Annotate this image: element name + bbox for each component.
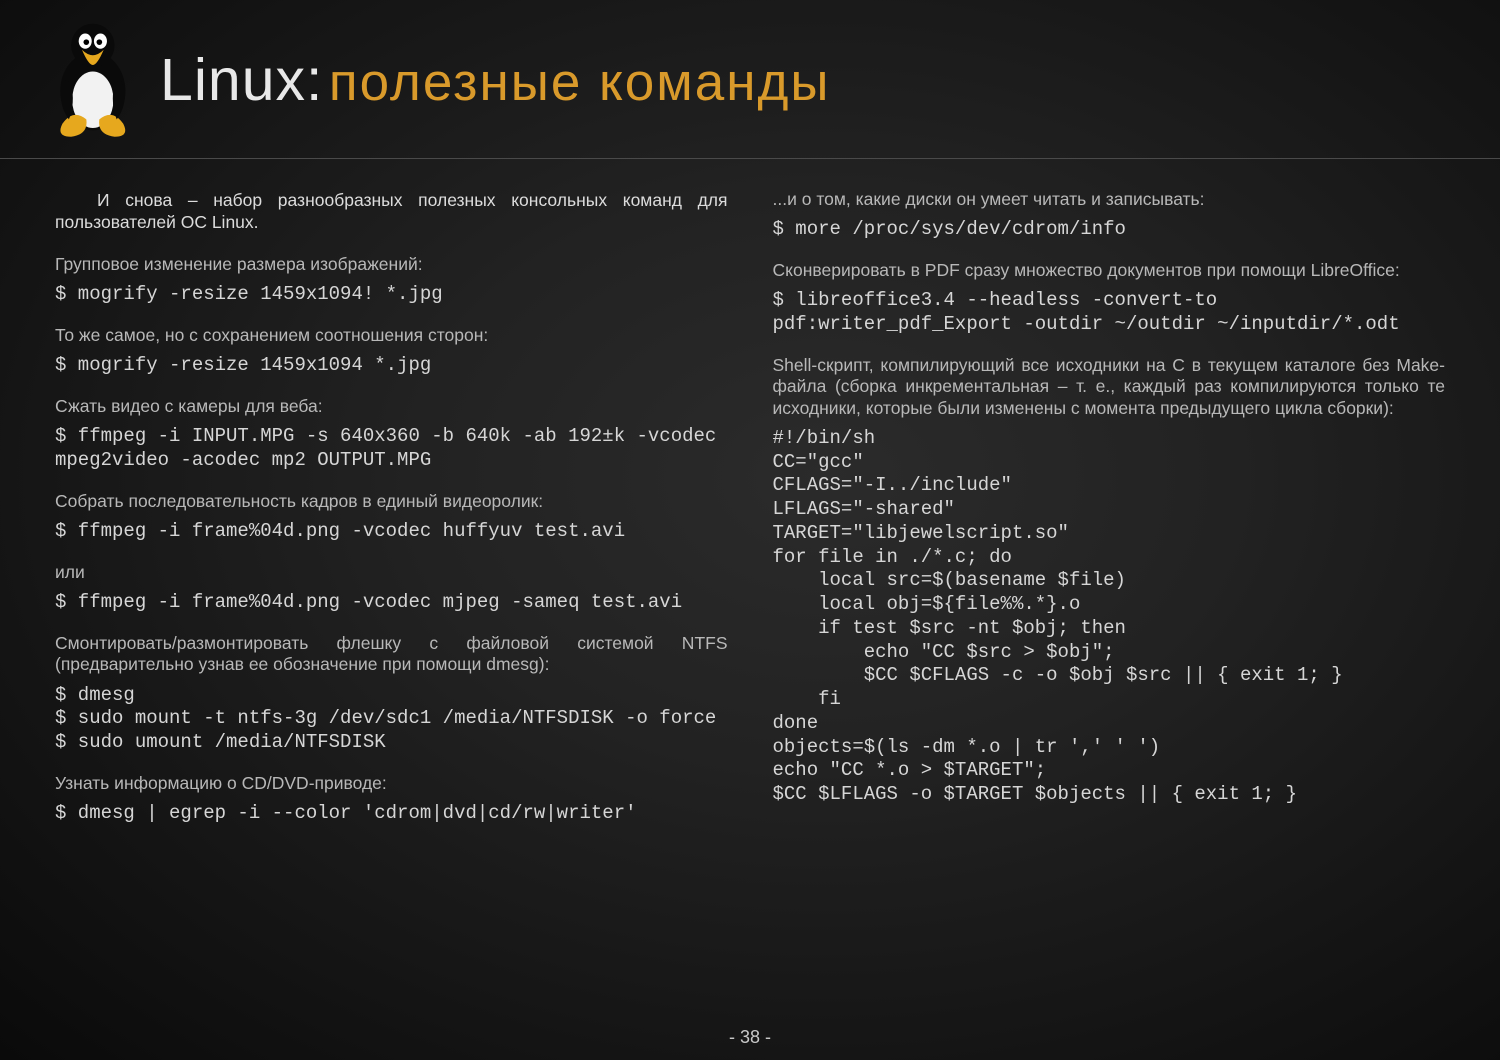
desc-cdrom-info: ...и о том, какие диски он умеет читать …: [773, 189, 1446, 210]
tux-icon: [40, 15, 150, 140]
page-number: - 38 -: [0, 1027, 1500, 1048]
title-prefix: Linux:: [160, 47, 323, 113]
cmd-shell-script: #!/bin/sh CC="gcc" CFLAGS="-I../include"…: [773, 427, 1446, 807]
cmd-dmesg-cdrom: $ dmesg | egrep -i --color 'cdrom|dvd|cd…: [55, 802, 728, 826]
cmd-libreoffice: $ libreoffice3.4 --headless -convert-to …: [773, 289, 1446, 337]
desc-ffmpeg-compress: Сжать видео с камеры для веба:: [55, 396, 728, 417]
desc-or: или: [55, 562, 728, 583]
desc-libreoffice: Сконверировать в PDF сразу множество док…: [773, 260, 1446, 281]
cmd-ffmpeg-huffyuv: $ ffmpeg -i frame%04d.png -vcodec huffyu…: [55, 520, 728, 544]
cmd-mogrify-exact: $ mogrify -resize 1459x1094! *.jpg: [55, 283, 728, 307]
desc-mount: Смонтировать/размонтировать флешку с фай…: [55, 633, 728, 676]
page-title: Linux: полезные команды: [160, 46, 830, 114]
desc-ffmpeg-frames: Собрать последовательность кадров в един…: [55, 491, 728, 512]
cmd-mogrify-aspect: $ mogrify -resize 1459x1094 *.jpg: [55, 354, 728, 378]
desc-shell-script: Shell-скрипт, компилирующий все исходник…: [773, 355, 1446, 419]
desc-resize: Групповое изменение размера изображений:: [55, 254, 728, 275]
header: Linux: полезные команды: [0, 0, 1500, 159]
desc-cdinfo: Узнать информацию о CD/DVD-приводе:: [55, 773, 728, 794]
cmd-ffmpeg-compress: $ ffmpeg -i INPUT.MPG -s 640x360 -b 640k…: [55, 425, 728, 473]
intro-text: И снова – набор разнообразных полезных к…: [55, 189, 728, 234]
cmd-ffmpeg-mjpeg: $ ffmpeg -i frame%04d.png -vcodec mjpeg …: [55, 591, 728, 615]
content-columns: И снова – набор разнообразных полезных к…: [0, 159, 1500, 832]
left-column: И снова – набор разнообразных полезных к…: [55, 189, 728, 832]
right-column: ...и о том, какие диски он умеет читать …: [773, 189, 1446, 832]
cmd-mount: $ dmesg $ sudo mount -t ntfs-3g /dev/sdc…: [55, 684, 728, 755]
desc-resize-aspect: То же самое, но с сохранением соотношени…: [55, 325, 728, 346]
title-main: полезные команды: [329, 53, 831, 112]
cmd-more-cdrom: $ more /proc/sys/dev/cdrom/info: [773, 218, 1446, 242]
document-page: Linux: полезные команды И снова – набор …: [0, 0, 1500, 1060]
